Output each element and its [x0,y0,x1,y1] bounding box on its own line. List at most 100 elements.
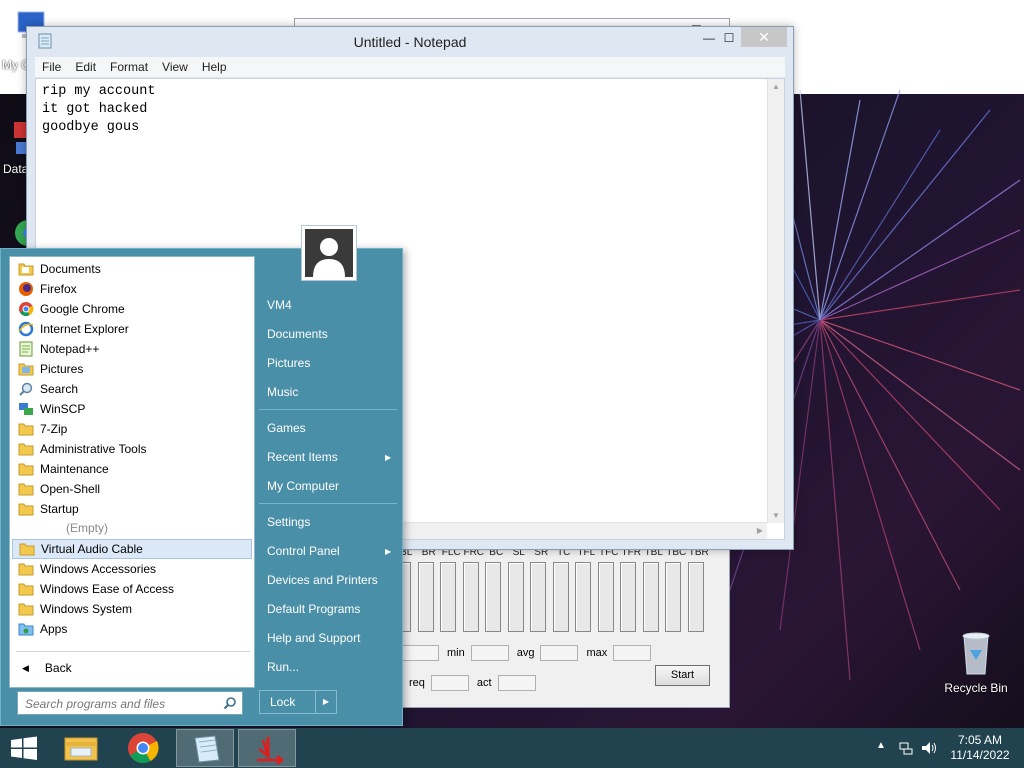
menu-view[interactable]: View [155,60,195,74]
vertical-scrollbar[interactable]: ▲ ▼ [767,79,784,523]
start-link-control-panel[interactable]: Control Panel [267,544,340,558]
close-button[interactable]: ✕ [741,27,787,47]
stat-max-box [613,645,652,661]
separator [16,651,250,652]
taskbar-notepad[interactable] [176,729,234,767]
clock-date: 11/14/2022 [950,748,1010,762]
scroll-down-icon[interactable]: ▼ [772,511,780,520]
search-placeholder: Search programs and files [25,697,166,711]
start-button[interactable] [0,729,48,767]
separator [259,409,397,410]
notepad-content[interactable]: rip my account it got hacked goodbye gou… [42,83,155,137]
back-button[interactable]: ◀ Back [18,661,72,675]
back-label: Back [44,661,72,675]
volume-icon[interactable] [920,740,938,756]
menu-file[interactable]: File [35,60,68,74]
ie-icon [18,321,34,337]
search-icon [18,381,34,397]
start-link-my-computer[interactable]: My Computer [267,479,339,493]
file-explorer-icon [64,737,98,761]
start-link-help-and-support[interactable]: Help and Support [267,631,360,645]
program-item-notepad[interactable]: Notepad++ [12,339,252,359]
program-item-windows-accessories[interactable]: Windows Accessories [12,559,252,579]
program-item-firefox[interactable]: Firefox [12,279,252,299]
vac-start-button[interactable]: Start [655,665,710,686]
taskbar-chrome[interactable] [114,729,172,767]
channel-bar [665,562,681,632]
notepad-icon [194,735,220,763]
start-link-documents[interactable]: Documents [267,327,328,341]
program-label: Windows System [40,602,133,616]
channel-bar [530,562,546,632]
chrome-icon [128,733,159,764]
scroll-right-icon[interactable]: ▶ [757,526,763,535]
menu-format[interactable]: Format [103,60,155,74]
taskbar-file-explorer[interactable] [52,729,110,767]
folder-icon [18,461,34,477]
start-link-settings[interactable]: Settings [267,515,310,529]
program-item-administrative-tools[interactable]: Administrative Tools [12,439,252,459]
program-item-documents[interactable]: Documents [12,259,252,279]
start-link-recent-items[interactable]: Recent Items [267,450,338,464]
start-link-devices-and-printers[interactable]: Devices and Printers [267,573,378,587]
program-label: 7-Zip [40,422,68,436]
start-link-games[interactable]: Games [267,421,306,435]
lock-options-arrow-icon[interactable]: ▶ [316,691,336,713]
desktop-icon-recycle-bin[interactable]: Recycle Bin [940,630,1012,695]
channel-bar [417,562,434,632]
submenu-arrow-icon: ▶ [385,453,392,462]
taskbar: ▲ 7:05 AM 11/14/2022 [0,728,1024,768]
program-label: Firefox [40,282,77,296]
program-item-windows-ease-of-access[interactable]: Windows Ease of Access [12,579,252,599]
start-link-default-programs[interactable]: Default Programs [267,602,360,616]
stat-avg-box [540,645,579,661]
channel-bar [440,562,456,632]
program-item-search[interactable]: Search [12,379,252,399]
program-label: Windows Accessories [40,562,157,576]
program-item-7-zip[interactable]: 7-Zip [12,419,252,439]
notepad-titlebar[interactable]: Untitled - Notepad — ☐ ✕ [27,27,793,57]
start-link-run[interactable]: Run... [267,660,299,674]
search-icon[interactable] [223,696,237,710]
program-item-google-chrome[interactable]: Google Chrome [12,299,252,319]
program-item-startup[interactable]: Startup [12,499,252,519]
stat-avg-label: avg [516,647,535,659]
stat-act-box [497,675,536,691]
start-link-music[interactable]: Music [267,385,298,399]
start-link-vm4[interactable]: VM4 [267,298,292,312]
program-label: Documents [40,262,101,276]
start-menu[interactable]: Documents Firefox Google Chrome Internet Ex… [0,225,403,726]
notepadpp-icon [18,341,34,357]
scroll-up-icon[interactable]: ▲ [772,82,780,91]
program-item-open-shell[interactable]: Open-Shell [12,479,252,499]
program-item-maintenance[interactable]: Maintenance [12,459,252,479]
separator [259,503,397,504]
user-avatar[interactable] [301,225,357,281]
program-item-winscp[interactable]: WinSCP [12,399,252,419]
menu-edit[interactable]: Edit [68,60,103,74]
network-icon[interactable] [898,740,914,756]
lock-label[interactable]: Lock [260,691,316,713]
program-item-apps[interactable]: Apps [12,619,252,639]
start-link-pictures[interactable]: Pictures [267,356,310,370]
notepad-title: Untitled - Notepad [353,34,467,50]
menu-help[interactable]: Help [195,60,234,74]
program-item-internet-explorer[interactable]: Internet Explorer [12,319,252,339]
folder-icon [19,541,35,557]
maximize-button[interactable]: ☐ [715,29,743,49]
taskbar-vac-app[interactable] [238,729,296,767]
show-hidden-icons-icon[interactable]: ▲ [876,740,886,751]
program-label: Maintenance [40,462,109,476]
search-programs-input[interactable]: Search programs and files [17,691,243,715]
windows-logo-icon [11,736,37,760]
lock-button[interactable]: Lock ▶ [259,690,337,714]
channel-bar [485,562,501,632]
program-item-windows-system[interactable]: Windows System [12,599,252,619]
clock-time: 7:05 AM [957,733,1003,747]
channel-bar [642,562,659,632]
program-item-virtual-audio-cable[interactable]: Virtual Audio Cable [12,539,252,559]
folder-docs-icon [18,261,34,277]
program-item-pictures[interactable]: Pictures [12,359,252,379]
channel-bars [395,562,715,632]
taskbar-clock[interactable]: 7:05 AM 11/14/2022 [940,733,1020,763]
